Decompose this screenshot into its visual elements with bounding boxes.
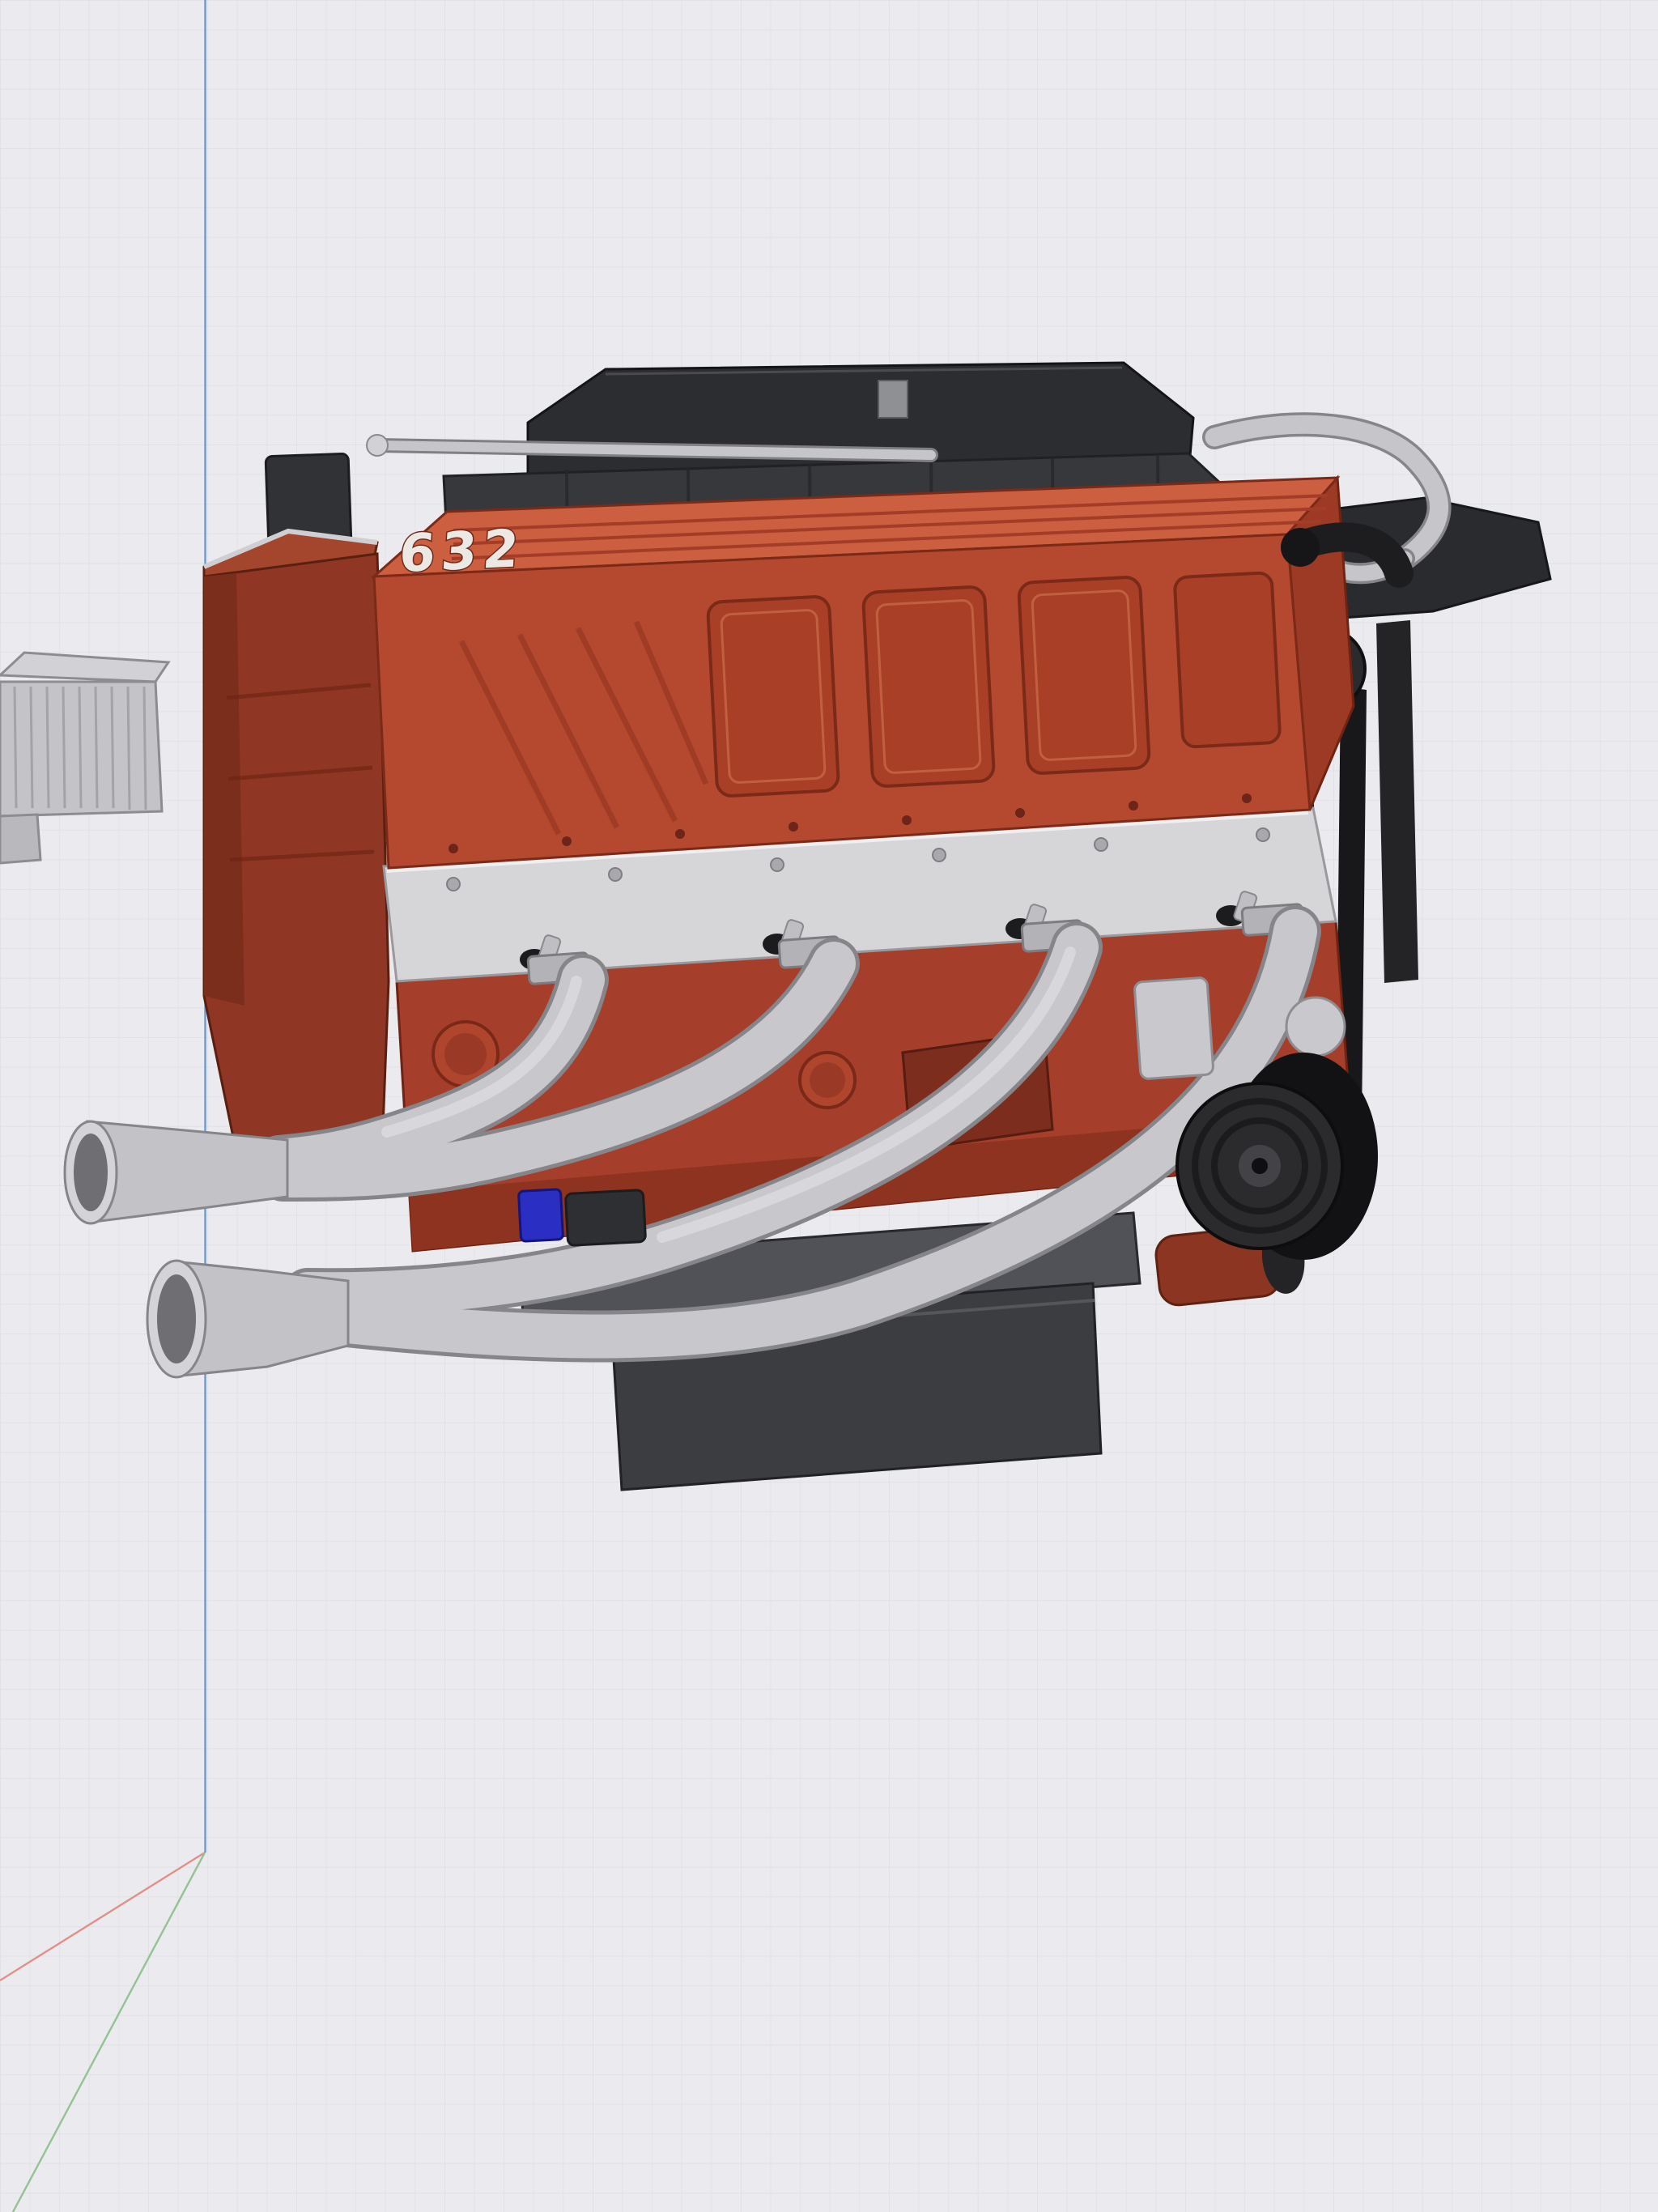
flare-bore-lower xyxy=(157,1274,196,1363)
cad-viewport[interactable]: 632 xyxy=(0,0,1658,2212)
breather-fitting xyxy=(1281,528,1320,567)
manifold-clip xyxy=(878,380,908,419)
valve-cover-front[interactable] xyxy=(372,533,1312,870)
crank-bolt xyxy=(1252,1158,1268,1174)
pump-plate xyxy=(1133,976,1214,1080)
tensioner-pulley[interactable] xyxy=(1285,996,1346,1057)
blue-fitting[interactable] xyxy=(517,1188,564,1243)
side-component-tab[interactable] xyxy=(0,813,42,865)
scene-canvas[interactable]: 632 xyxy=(0,0,1658,2212)
freeze-plug-inner xyxy=(810,1062,845,1098)
pan-fittings[interactable] xyxy=(517,1188,647,1247)
pan-bracket xyxy=(564,1189,647,1247)
freeze-plug-inner xyxy=(444,1033,487,1075)
timing-cover[interactable] xyxy=(202,528,390,1193)
displacement-label: 632 xyxy=(397,518,526,585)
flare-bore-upper xyxy=(74,1134,108,1211)
fuel-rail-cap xyxy=(366,434,389,457)
valve-cover[interactable]: 632 xyxy=(370,474,1414,870)
